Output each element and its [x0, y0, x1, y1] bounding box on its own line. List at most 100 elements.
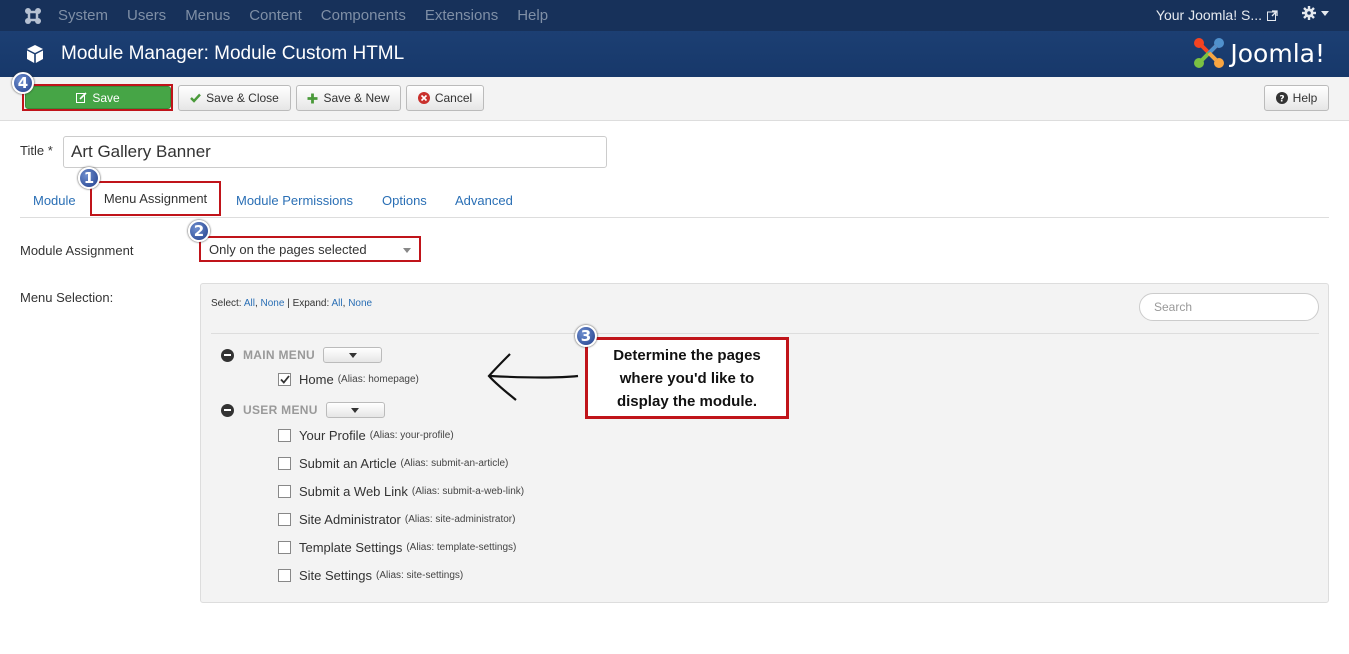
menu-selection-panel: Select: All, None | Expand: All, None Se… [200, 283, 1329, 603]
title-label: Title * [20, 143, 53, 158]
menu-item-label: Home [299, 372, 334, 387]
toolbar: Save Save & Close Save & New Cancel ? He… [0, 77, 1349, 121]
menu-group-dropdown-button[interactable] [325, 402, 385, 418]
menu-item-alias: (Alias: submit-a-web-link) [411, 486, 525, 497]
step-badge-4: 4 [12, 72, 34, 94]
menu-item-alias: (Alias: submit-an-article) [400, 458, 509, 469]
save-highlight-box [22, 84, 173, 111]
menu-item-alias: (Alias: template-settings) [406, 542, 517, 553]
menu-item-submit-web-link: Submit a Web Link (Alias: submit-a-web-l… [278, 484, 524, 499]
menu-item-checkbox[interactable] [278, 569, 291, 582]
menu-item-label: Your Profile [299, 428, 366, 443]
search-input[interactable]: Search [1139, 293, 1319, 321]
menu-group-user: USER MENU [221, 402, 385, 418]
site-link[interactable]: Your Joomla! S... [1156, 7, 1278, 23]
menu-item-site-settings: Site Settings (Alias: site-settings) [278, 568, 463, 583]
menu-item-label: Submit a Web Link [299, 484, 408, 499]
chevron-down-icon [348, 352, 357, 358]
nav-help[interactable]: Help [517, 7, 548, 24]
cancel-label: Cancel [434, 91, 473, 105]
tab-advanced[interactable]: Advanced [455, 193, 513, 208]
expand-all-link[interactable]: All [332, 298, 343, 309]
menu-item-alias: (Alias: your-profile) [369, 430, 454, 441]
joomla-logo-icon[interactable] [22, 5, 44, 27]
menu-group-dropdown-button[interactable] [323, 347, 383, 363]
menu-item-checkbox[interactable] [278, 541, 291, 554]
menu-group-main: MAIN MENU [221, 347, 383, 363]
callout-line: where you'd like to [619, 369, 755, 387]
nav-users[interactable]: Users [127, 7, 166, 24]
nav-system[interactable]: System [58, 7, 108, 24]
help-label: Help [1292, 91, 1318, 105]
menu-item-alias: (Alias: homepage) [337, 374, 419, 385]
save-new-label: Save & New [323, 91, 390, 105]
step-badge-3: 3 [575, 325, 597, 347]
menu-item-checkbox[interactable] [278, 485, 291, 498]
menu-selection-label: Menu Selection: [20, 290, 114, 305]
tab-module-permissions[interactable]: Module Permissions [236, 193, 353, 208]
collapse-minus-icon[interactable] [221, 348, 234, 362]
check-icon [279, 375, 290, 384]
chevron-down-icon [351, 407, 360, 413]
menu-group-name: USER MENU [243, 403, 318, 417]
save-new-button[interactable]: Save & New [296, 85, 401, 111]
page-header: Module Manager: Module Custom HTML Jooml… [0, 31, 1349, 77]
question-circle-icon: ? [1275, 92, 1288, 105]
menu-group-name: MAIN MENU [243, 348, 316, 362]
select-all-link[interactable]: All [244, 298, 255, 309]
select-label: Select: [211, 298, 242, 309]
module-assignment-label: Module Assignment [20, 243, 134, 258]
menu-item-label: Site Administrator [299, 512, 401, 527]
panel-divider [211, 333, 1319, 334]
save-close-label: Save & Close [206, 91, 279, 105]
svg-text:?: ? [1279, 95, 1284, 105]
menu-item-alias: (Alias: site-settings) [376, 570, 464, 581]
tab-options[interactable]: Options [382, 193, 427, 208]
title-input[interactable]: Art Gallery Banner [63, 136, 607, 168]
nav-components[interactable]: Components [321, 7, 406, 24]
gear-icon [1302, 6, 1316, 20]
top-navbar: System Users Menus Content Components Ex… [0, 0, 1349, 31]
menu-item-label: Site Settings [299, 568, 372, 583]
nav-menus[interactable]: Menus [185, 7, 230, 24]
menu-item-checkbox[interactable] [278, 513, 291, 526]
help-button[interactable]: ? Help [1264, 85, 1329, 111]
menu-item-submit-article: Submit an Article (Alias: submit-an-arti… [278, 456, 508, 471]
menu-item-label: Template Settings [299, 540, 403, 555]
menu-item-home: Home (Alias: homepage) [278, 372, 419, 387]
cancel-circle-icon [417, 92, 430, 104]
menu-item-your-profile: Your Profile (Alias: your-profile) [278, 428, 454, 443]
tabs-divider [20, 217, 1329, 218]
settings-menu[interactable] [1302, 6, 1329, 20]
module-assignment-value: Only on the pages selected [209, 241, 367, 257]
external-link-icon [1267, 9, 1278, 21]
nav-extensions[interactable]: Extensions [425, 7, 498, 24]
joomla-brand: Joomla! [1192, 36, 1325, 70]
annotation-arrow-icon [487, 353, 579, 401]
select-none-link[interactable]: None [261, 298, 285, 309]
site-link-label: Your Joomla! S... [1155, 7, 1262, 23]
plus-icon [307, 93, 318, 103]
expand-none-link[interactable]: None [348, 298, 372, 309]
check-icon [190, 93, 202, 103]
callout-line: Determine the pages [613, 346, 761, 364]
save-close-button[interactable]: Save & Close [178, 85, 291, 111]
nav-content[interactable]: Content [249, 7, 302, 24]
menu-item-checkbox[interactable] [278, 429, 291, 442]
select-expand-controls: Select: All, None | Expand: All, None [211, 298, 373, 309]
menu-item-checkbox[interactable] [278, 457, 291, 470]
tab-menu-assignment[interactable]: Menu Assignment [90, 181, 221, 216]
chevron-down-icon [1321, 10, 1329, 16]
menu-item-label: Submit an Article [299, 456, 397, 471]
tab-module[interactable]: Module [33, 193, 76, 208]
chevron-down-icon [403, 248, 411, 253]
collapse-minus-icon[interactable] [221, 403, 234, 417]
step-badge-1: 1 [78, 167, 100, 189]
module-assignment-select[interactable]: Only on the pages selected [199, 236, 421, 262]
joomla-brand-icon [1194, 38, 1225, 68]
brand-name: Joomla! [1230, 38, 1325, 68]
cancel-button[interactable]: Cancel [406, 85, 484, 111]
step-badge-2: 2 [188, 220, 210, 242]
menu-item-site-administrator: Site Administrator (Alias: site-administ… [278, 512, 515, 527]
menu-item-checkbox[interactable] [278, 373, 291, 386]
